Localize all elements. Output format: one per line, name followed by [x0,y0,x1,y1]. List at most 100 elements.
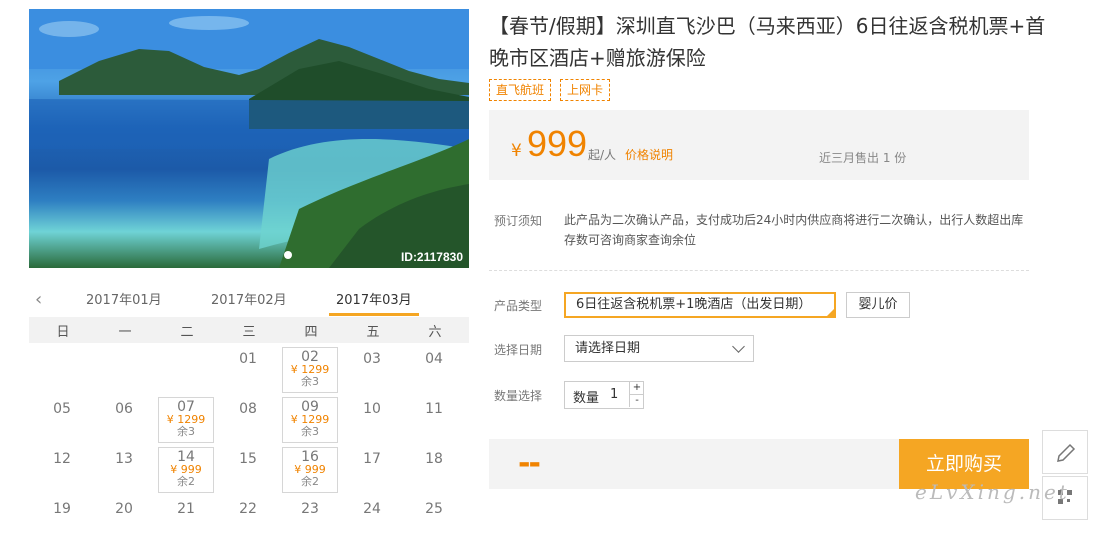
calendar-month-tabs: ‹ 2017年01月 2017年02月 2017年03月 [29,285,469,317]
day-number: 07 [177,399,195,415]
weekday-label: 一 [118,325,132,340]
quantity-field-label: 数量 [573,391,600,406]
calendar-day: 15 [220,447,276,493]
date-label: 选择日期 [494,343,543,357]
price-explain-link[interactable]: 价格说明 [625,146,673,163]
tab-month-3[interactable]: 2017年03月 [336,289,412,308]
quantity-increment-button[interactable]: + [629,382,644,395]
weekday-label: 四 [304,325,318,340]
divider [489,270,1029,271]
day-number: 17 [363,451,381,467]
date-select-value: 请选择日期 [575,341,641,356]
quantity-decrement-button[interactable]: - [629,395,644,407]
calendar-day: 06 [96,397,152,443]
calendar-day-available[interactable]: 02 ¥ 1299 余3 [282,347,338,393]
day-remaining: 余3 [301,425,319,438]
calendar-day: 10 [344,397,400,443]
day-number: 04 [425,351,443,367]
sold-count: 近三月售出 1 份 [819,151,907,165]
calendar-day: 23 [282,497,338,543]
notice-label: 预订须知 [494,214,543,228]
calendar-day: 08 [220,397,276,443]
product-type-option[interactable]: 6日往返含税机票+1晚酒店（出发日期） [564,292,836,318]
product-type-value: 6日往返含税机票+1晚酒店（出发日期） [576,297,812,312]
day-remaining: 余3 [301,375,319,388]
quantity-stepper: 数量 1 + - [564,381,644,409]
calendar-day: 18 [406,447,462,493]
day-number: 10 [363,401,381,417]
day-number: 08 [239,401,257,417]
day-number: 21 [177,501,195,517]
calendar-day: 05 [34,397,90,443]
day-number: 15 [239,451,257,467]
calendar-day: 24 [344,497,400,543]
chevron-left-icon[interactable]: ‹ [35,289,42,310]
day-number: 24 [363,501,381,517]
calendar-day: 25 [406,497,462,543]
calendar-day: 17 [344,447,400,493]
weekday-label: 三 [242,325,256,340]
day-number: 06 [115,401,133,417]
weekday-label: 六 [428,325,442,340]
calendar-day: 12 [34,447,90,493]
calendar-day-available[interactable]: 09 ¥ 1299 余3 [282,397,338,443]
price-amount: 999 [527,123,588,164]
day-number: 05 [53,401,71,417]
product-image[interactable]: ID:2117830 [29,9,469,268]
day-remaining: 余3 [177,425,195,438]
product-type-label: 产品类型 [494,299,543,313]
day-number: 03 [363,351,381,367]
weekday-label: 日 [56,325,70,340]
pencil-icon [1057,443,1076,462]
day-number: 11 [425,401,443,417]
island-photo [29,9,469,268]
day-remaining: 余2 [177,475,195,488]
quantity-value[interactable]: 1 [610,387,618,402]
day-number: 18 [425,451,443,467]
active-tab-underline [329,313,419,316]
watermark: eLvXing.net [915,480,1070,504]
weekday-label: 五 [366,325,380,340]
selected-check-icon [827,309,834,316]
image-id: ID:2117830 [400,250,463,264]
calendar-day: 22 [220,497,276,543]
calendar-day-available[interactable]: 16 ¥ 999 余2 [282,447,338,493]
day-number: 09 [301,399,319,415]
calendar-day: 11 [406,397,462,443]
weekday-label: 二 [180,325,194,340]
calendar-day: 13 [96,447,152,493]
tab-month-1[interactable]: 2017年01月 [86,289,162,308]
day-number: 14 [177,449,195,465]
infant-price-button[interactable]: 婴儿价 [846,292,910,318]
total-price: -- [518,446,541,481]
notice-text: 此产品为二次确认产品，支付成功后24小时内供应商将进行二次确认，出行人数超出库存… [564,213,1024,247]
currency-symbol: ¥ [511,141,522,161]
day-remaining: 余2 [301,475,319,488]
side-edit-tool[interactable] [1042,430,1088,474]
day-number: 25 [425,501,443,517]
day-number: 13 [115,451,133,467]
price-box: ¥ 999 起/人 价格说明 近三月售出 1 份 [489,110,1029,180]
calendar-weekday-header: 日 一 二 三 四 五 六 [29,317,469,343]
quantity-label: 数量选择 [494,389,543,403]
tab-month-2[interactable]: 2017年02月 [211,289,287,308]
calendar-day-available[interactable]: 07 ¥ 1299 余3 [158,397,214,443]
day-number: 01 [239,351,257,367]
calendar-day: 03 [344,347,400,393]
day-number: 19 [53,501,71,517]
date-select[interactable]: 请选择日期 [564,335,754,362]
chevron-down-icon [732,340,745,353]
carousel-dot[interactable] [284,251,292,259]
price-unit: 起/人 [588,148,617,162]
day-number: 12 [53,451,71,467]
calendar-day-available[interactable]: 14 ¥ 999 余2 [158,447,214,493]
calendar-day: 04 [406,347,462,393]
day-number: 02 [301,349,319,365]
tag-direct-flight: 直飞航班 [489,79,552,101]
day-number: 16 [301,449,319,465]
tag-sim-card: 上网卡 [560,79,611,101]
calendar-day: 20 [96,497,152,543]
product-title: 【春节/假期】深圳直飞沙巴（马来西亚）6日往返含税机票+首晚市区酒店+赠旅游保险 [489,14,1046,70]
calendar-day: 19 [34,497,90,543]
day-number: 20 [115,501,133,517]
